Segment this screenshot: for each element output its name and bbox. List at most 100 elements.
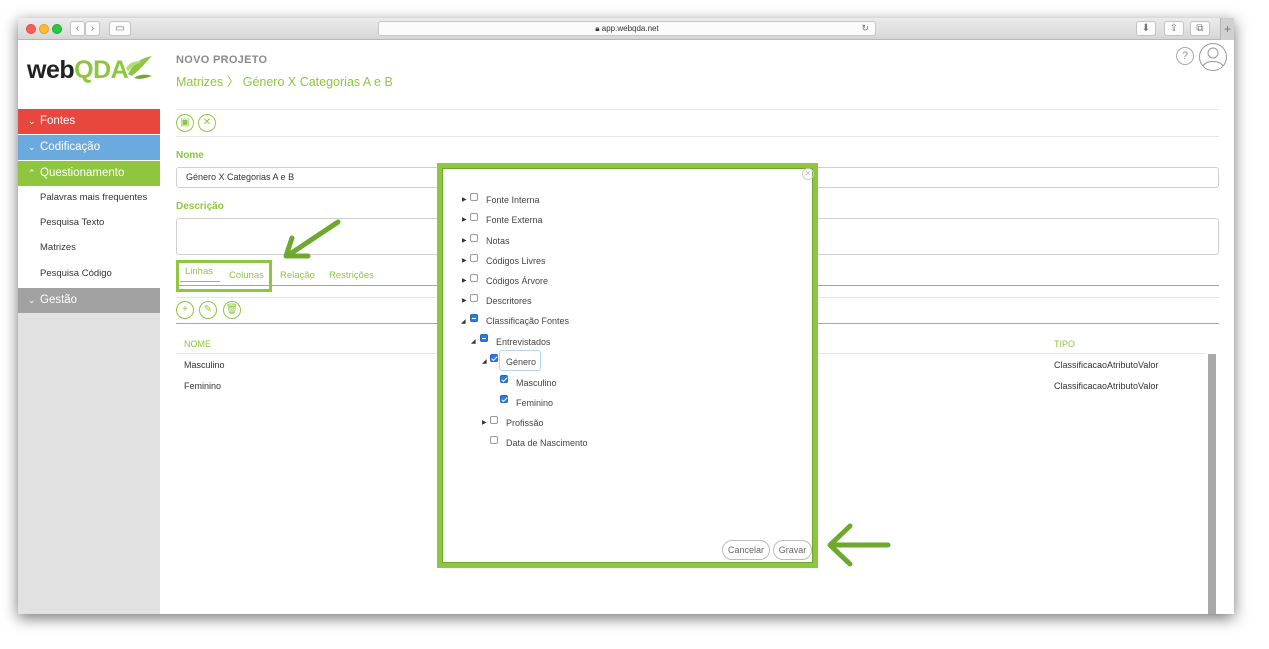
sidebar-item-pesquisa-texto[interactable]: Pesquisa Texto (40, 217, 104, 228)
breadcrumb-current: Género X Categorias A e B (242, 75, 393, 89)
url-bar[interactable]: 🔒︎ app.webqda.net ↻ (378, 21, 876, 36)
leaf-logo-icon (126, 56, 152, 79)
divider (176, 109, 1219, 110)
tree-item-feminino[interactable]: Feminino (516, 398, 553, 408)
nav-codificacao-label: Codificação (40, 141, 101, 153)
divider (176, 136, 1219, 137)
expand-triangle-icon[interactable]: ▶ (462, 277, 467, 284)
tree-item-fonte-externa[interactable]: Fonte Externa (486, 215, 543, 225)
delete-icon[interactable]: 🗑︎ (223, 301, 241, 319)
collapse-triangle-icon[interactable]: ◢ (482, 358, 487, 365)
browser-toolbar: ‹ › ▭ 🔒︎ app.webqda.net ↻ ⬇ ⇪ ⧉ + (18, 18, 1234, 40)
expand-triangle-icon[interactable]: ▶ (462, 257, 467, 264)
tree-item-notas[interactable]: Notas (486, 236, 510, 246)
tabs-icon[interactable]: ⧉ (1190, 21, 1210, 36)
user-icon[interactable] (1198, 42, 1228, 72)
tree-item-codigos-arvore[interactable]: Códigos Árvore (486, 276, 548, 286)
chevron-down-icon: ⌄ (28, 116, 36, 126)
tree-item-codigos-livres[interactable]: Códigos Livres (486, 256, 546, 266)
expand-triangle-icon[interactable]: ▶ (462, 297, 467, 304)
breadcrumb-root[interactable]: Matrizes (176, 75, 223, 89)
add-icon[interactable]: + (176, 301, 194, 319)
save-button[interactable]: Gravar (773, 540, 812, 560)
checkbox-data-nascimento[interactable] (490, 436, 498, 444)
tree-item-profissao[interactable]: Profissão (506, 418, 544, 428)
checkbox-codigos-arvore[interactable] (470, 274, 478, 282)
scrollbar[interactable] (1208, 354, 1216, 614)
maximize-window-button[interactable] (52, 24, 62, 34)
checkbox-entrevistados[interactable] (480, 334, 488, 342)
minimize-window-button[interactable] (39, 24, 49, 34)
chevron-down-icon: ⌄ (28, 142, 36, 152)
descricao-label: Descrição (176, 201, 224, 212)
table-row-tipo[interactable]: ClassificacaoAtributoValor (1054, 381, 1158, 391)
tree-item-genero[interactable]: Género (506, 357, 536, 367)
sidebar: webQDA ⌄ Fontes ⌄ Codificação ⌃ Questioname… (18, 40, 160, 614)
tab-relacao[interactable]: Relação (280, 270, 315, 281)
breadcrumb-separator: 〉 (226, 75, 240, 89)
checkbox-masculino[interactable] (500, 375, 508, 383)
expand-triangle-icon[interactable]: ▶ (482, 419, 487, 426)
help-icon[interactable]: ? (1176, 47, 1194, 65)
tree-item-classificacao-fontes[interactable]: Classificação Fontes (486, 316, 569, 326)
cancel-icon[interactable]: ✕ (198, 114, 216, 132)
url-text: app.webqda.net (601, 24, 659, 33)
tree-item-fonte-interna[interactable]: Fonte Interna (486, 195, 540, 205)
highlight-tabs-box (176, 260, 272, 292)
checkbox-genero[interactable] (490, 354, 498, 362)
expand-triangle-icon[interactable]: ▶ (462, 216, 467, 223)
sidebar-item-pesquisa-codigo[interactable]: Pesquisa Código (40, 268, 112, 279)
nav-gestao-label: Gestão (40, 294, 78, 306)
nav-questionamento[interactable]: ⌃ Questionamento (18, 161, 160, 186)
nav-questionamento-label: Questionamento (40, 167, 125, 179)
checkbox-classificacao-fontes[interactable] (470, 314, 478, 322)
back-button[interactable]: ‹ (70, 21, 85, 36)
checkbox-notas[interactable] (470, 234, 478, 242)
nav-fontes[interactable]: ⌄ Fontes (18, 109, 160, 134)
tab-restricoes[interactable]: Restrições (329, 270, 374, 281)
expand-triangle-icon[interactable]: ▶ (462, 196, 467, 203)
tree-item-descritores[interactable]: Descritores (486, 296, 532, 306)
nav-codificacao[interactable]: ⌄ Codificação (18, 135, 160, 160)
share-icon[interactable]: ⇪ (1164, 21, 1184, 36)
tree-item-data-nascimento[interactable]: Data de Nascimento (506, 438, 588, 448)
checkbox-descritores[interactable] (470, 294, 478, 302)
nome-label: Nome (176, 150, 204, 161)
collapse-triangle-icon[interactable]: ◢ (461, 318, 466, 325)
project-title: NOVO PROJETO (176, 54, 268, 66)
arrow-annotation-save (827, 523, 891, 567)
checkbox-fonte-interna[interactable] (470, 193, 478, 201)
expand-triangle-icon[interactable]: ▶ (462, 237, 467, 244)
table-row-nome[interactable]: Feminino (184, 381, 221, 391)
checkbox-fonte-externa[interactable] (470, 213, 478, 221)
forward-button[interactable]: › (85, 21, 100, 36)
close-icon[interactable]: ✕ (802, 168, 814, 180)
checkbox-feminino[interactable] (500, 395, 508, 403)
collapse-triangle-icon[interactable]: ◢ (471, 338, 476, 345)
close-window-button[interactable] (26, 24, 36, 34)
table-row-tipo[interactable]: ClassificacaoAtributoValor (1054, 360, 1158, 370)
checkbox-codigos-livres[interactable] (470, 254, 478, 262)
table-header-nome[interactable]: NOME (184, 339, 211, 349)
sidebar-toggle-icon[interactable]: ▭ (109, 21, 131, 36)
reload-icon[interactable]: ↻ (861, 22, 869, 35)
tree-item-masculino[interactable]: Masculino (516, 378, 557, 388)
lock-icon: 🔒︎ (595, 24, 600, 33)
checkbox-profissao[interactable] (490, 416, 498, 424)
edit-icon[interactable]: ✎ (199, 301, 217, 319)
new-tab-button[interactable]: + (1220, 18, 1234, 40)
tree-item-entrevistados[interactable]: Entrevistados (496, 337, 551, 347)
download-icon[interactable]: ⬇ (1136, 21, 1156, 36)
nav-fontes-label: Fontes (40, 115, 76, 127)
sidebar-background (18, 296, 160, 614)
sidebar-item-matrizes[interactable]: Matrizes (40, 242, 76, 253)
save-icon[interactable]: ▣ (176, 114, 194, 132)
sidebar-item-palavras[interactable]: Palavras mais frequentes (40, 192, 147, 203)
chevron-down-icon: ⌄ (28, 295, 36, 305)
nav-gestao[interactable]: ⌄ Gestão (18, 288, 160, 313)
webqda-logo[interactable]: webQDA (27, 56, 129, 85)
table-row-nome[interactable]: Masculino (184, 360, 225, 370)
logo-qda-text: QDA (74, 56, 129, 84)
cancel-button[interactable]: Cancelar (722, 540, 770, 560)
table-header-tipo[interactable]: TIPO (1054, 339, 1075, 349)
